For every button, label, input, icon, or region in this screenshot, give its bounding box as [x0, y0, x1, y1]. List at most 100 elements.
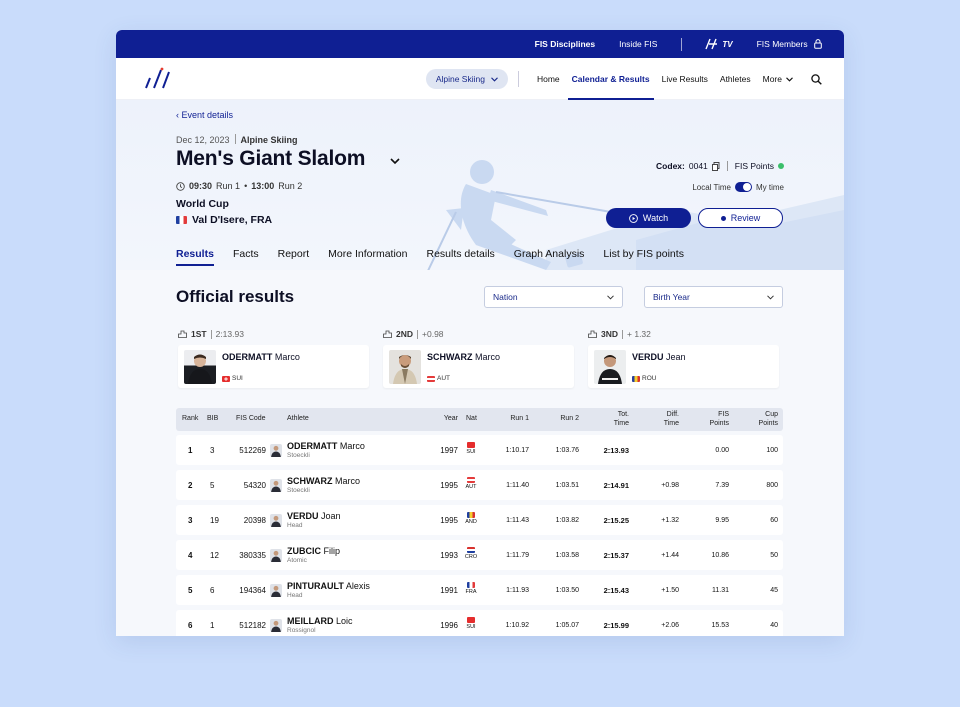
cell-bib: 1: [210, 620, 215, 630]
tab-facts[interactable]: Facts: [233, 248, 259, 264]
athlete-last-name: MEILLARD: [287, 616, 334, 626]
table-row[interactable]: 5 6 194364 PINTURAULT Alexis Head 1991 FRA 1:11…: [176, 575, 783, 605]
col-nat[interactable]: Nat: [466, 408, 477, 431]
cell-year: 1995: [440, 515, 458, 525]
col-year[interactable]: Year: [431, 408, 458, 431]
athlete-name[interactable]: ODERMATT Marco: [287, 441, 365, 451]
copy-icon[interactable]: [711, 161, 720, 171]
official-results-title: Official results: [176, 287, 295, 306]
topbar-link-disciplines[interactable]: FIS Disciplines: [535, 39, 595, 49]
tab-results-details[interactable]: Results details: [427, 248, 495, 264]
cell-cup-points: 100: [766, 446, 778, 454]
cell-year: 1993: [440, 550, 458, 560]
nav-item-home[interactable]: Home: [537, 58, 560, 100]
podium-athlete-name: SCHWARZ Marco: [427, 352, 500, 362]
col-cup-points[interactable]: Cup Points: [744, 408, 778, 431]
cell-rank: 5: [188, 585, 193, 595]
athlete-last-name: ODERMATT: [222, 352, 273, 362]
athlete-name[interactable]: SCHWARZ Marco: [287, 476, 360, 486]
podium-nation: ROU: [632, 375, 656, 382]
france-flag-icon: [176, 216, 187, 224]
cell-run2: 1:03.76: [555, 446, 579, 454]
athlete-name[interactable]: MEILLARD Loic: [287, 616, 353, 626]
tab-graph-analysis[interactable]: Graph Analysis: [514, 248, 585, 264]
cell-fis-code: 194364: [239, 585, 266, 595]
back-link[interactable]: ‹ Event details: [176, 110, 233, 120]
athlete-first-name: Joan: [321, 511, 341, 521]
cell-fis-points: 0.00: [715, 446, 729, 454]
nav-item-live-results[interactable]: Live Results: [662, 58, 708, 100]
table-row[interactable]: 3 19 20398 VERDU Joan Head 1995 AND 1:11.43 1:03…: [176, 505, 783, 535]
topbar-link-inside-fis[interactable]: Inside FIS: [619, 39, 657, 49]
athlete-name[interactable]: ZUBCIC Filip: [287, 546, 340, 556]
nav-item-athletes[interactable]: Athletes: [720, 58, 751, 100]
col-bib[interactable]: BIB: [207, 408, 218, 431]
podium-card-3[interactable]: VERDU Jean ROU: [588, 345, 779, 388]
tab-results[interactable]: Results: [176, 248, 214, 266]
divider: [726, 161, 728, 171]
nav-item-calendar-results[interactable]: Calendar & Results: [567, 58, 654, 100]
nation-filter[interactable]: Nation: [484, 286, 623, 308]
podium-place: 2ND: [396, 329, 414, 339]
nation-code: SUI: [466, 624, 476, 630]
table-row[interactable]: 4 12 380335 ZUBCIC Filip Atomic 1993 CRO 1:11.7…: [176, 540, 783, 570]
watch-button[interactable]: Watch: [606, 208, 691, 228]
cell-total-time: 2:15.37: [603, 550, 629, 560]
table-row[interactable]: 1 3 512269 ODERMATT Marco Stoeckli 1997 SUI 1:1…: [176, 435, 783, 465]
cell-fis-code: 20398: [243, 515, 266, 525]
search-icon[interactable]: [811, 73, 822, 85]
cell-rank: 2: [188, 480, 193, 490]
athlete-name[interactable]: PINTURAULT Alexis: [287, 581, 370, 591]
table-row[interactable]: 6 1 512182 MEILLARD Loic Rossignol 1996 SUI 1:1…: [176, 610, 783, 636]
results-table-header: Rank BIB FIS Code Athlete Year Nat Run 1…: [176, 408, 783, 431]
cell-cup-points: 45: [770, 586, 778, 594]
col-run1[interactable]: Run 1: [496, 408, 529, 431]
cell-diff-time: +0.98: [661, 481, 679, 489]
tab-list-by-fis-points[interactable]: List by FIS points: [603, 248, 684, 264]
fis-tv-link[interactable]: TV: [704, 38, 733, 50]
podium-card-2[interactable]: SCHWARZ Marco AUT: [383, 345, 574, 388]
discipline-select[interactable]: Alpine Skiing: [425, 69, 508, 89]
athlete-first-name: Filip: [323, 546, 341, 556]
run2-time: 13:00: [251, 181, 275, 191]
podium-card-1[interactable]: ODERMATT Marco SUI: [178, 345, 369, 388]
chevron-down-icon[interactable]: [390, 158, 400, 165]
fis-logo-icon[interactable]: [142, 66, 172, 92]
time-toggle[interactable]: [735, 182, 752, 192]
athlete-first-name: Loic: [336, 616, 353, 626]
review-label: Review: [730, 213, 761, 223]
col-athlete[interactable]: Athlete: [287, 408, 309, 431]
col-diff-time-line1: Diff.: [666, 411, 679, 419]
col-diff-time[interactable]: Diff. Time: [646, 408, 679, 431]
tab-more-information[interactable]: More Information: [328, 248, 407, 264]
cell-diff-time: +2.06: [661, 621, 679, 629]
nation-code: SUI: [466, 449, 476, 455]
cell-fis-code: 54320: [243, 480, 266, 490]
fis-members-link[interactable]: FIS Members: [757, 39, 822, 49]
nav-item-more[interactable]: More: [763, 58, 793, 100]
birth-year-filter[interactable]: Birth Year: [644, 286, 783, 308]
cell-nat: CRO: [460, 547, 482, 560]
cell-run1: 1:11.43: [506, 516, 529, 524]
cell-run1: 1:11.79: [506, 551, 529, 559]
col-rank[interactable]: Rank: [182, 408, 198, 431]
divider: [210, 329, 212, 339]
athlete-name[interactable]: VERDU Joan: [287, 511, 341, 521]
cell-fis-code: 512269: [239, 445, 266, 455]
col-fis-code[interactable]: FIS Code: [236, 408, 266, 431]
podium-gap: +0.98: [422, 329, 444, 339]
fis-members-label: FIS Members: [756, 39, 808, 49]
review-button[interactable]: Review: [698, 208, 783, 228]
col-run2[interactable]: Run 2: [546, 408, 579, 431]
nation-flag-icon: [467, 477, 475, 483]
athlete-brand: Head: [287, 592, 303, 599]
tab-report[interactable]: Report: [278, 248, 310, 264]
col-fis-points[interactable]: FIS Points: [696, 408, 729, 431]
col-total-time[interactable]: Tot. Time: [596, 408, 629, 431]
cell-year: 1995: [440, 480, 458, 490]
athlete-last-name: SCHWARZ: [427, 352, 473, 362]
cell-run1: 1:10.17: [505, 446, 529, 454]
time-switch: Local Time My time: [692, 182, 784, 192]
table-row[interactable]: 2 5 54320 SCHWARZ Marco Stoeckli 1995 AUT 1:11.…: [176, 470, 783, 500]
cell-bib: 3: [210, 445, 215, 455]
